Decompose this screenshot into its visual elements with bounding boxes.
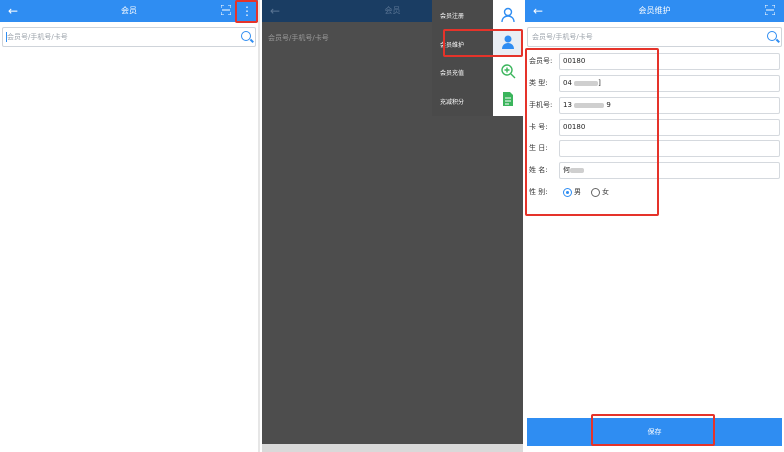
highlight-form-area <box>525 48 659 216</box>
search-icon[interactable] <box>767 31 777 41</box>
search-placeholder: 会员号/手机号/卡号 <box>268 34 329 42</box>
page-title: 会员维护 <box>638 6 671 15</box>
highlight-save-button <box>591 414 715 446</box>
menu-item-recharge[interactable]: 会员充值 <box>440 68 464 77</box>
member-screen: ← 会员 ⋮ 会员号/手机号/卡号 <box>0 0 258 452</box>
menu-item-points[interactable]: 充减积分 <box>440 97 464 106</box>
search-placeholder: 会员号/手机号/卡号 <box>7 33 68 41</box>
scan-icon[interactable] <box>221 5 231 15</box>
search-placeholder: 会员号/手机号/卡号 <box>532 33 593 41</box>
highlight-more-button <box>235 0 258 23</box>
popup-menu: 会员注册 会员维护 会员充值 充减积分 <box>432 0 523 116</box>
top-bar: ← 会员维护 <box>525 0 784 22</box>
search-icon[interactable] <box>241 31 251 41</box>
user-outline-icon[interactable] <box>500 7 516 23</box>
document-icon[interactable] <box>500 91 516 107</box>
search-input[interactable]: 会员号/手机号/卡号 <box>2 27 256 47</box>
page-title: 会员 <box>121 6 137 15</box>
highlight-maintain-item <box>443 29 523 57</box>
bottom-strip <box>262 444 523 452</box>
menu-icon-column <box>493 0 523 116</box>
menu-item-register[interactable]: 会员注册 <box>440 11 464 20</box>
member-maintain-screen: ← 会员维护 会员号/手机号/卡号 会员号: 00180 类 型: 04 ] 手… <box>525 0 784 452</box>
panel-divider <box>258 0 260 452</box>
member-menu-screen: ← 会员 会员号/手机号/卡号 会员注册 会员维护 会员充值 充减积分 <box>262 0 523 452</box>
scan-icon[interactable] <box>765 5 775 15</box>
top-bar: ← 会员 ⋮ <box>0 0 258 22</box>
zoom-add-icon[interactable] <box>500 63 516 79</box>
search-input[interactable]: 会员号/手机号/卡号 <box>527 27 782 47</box>
